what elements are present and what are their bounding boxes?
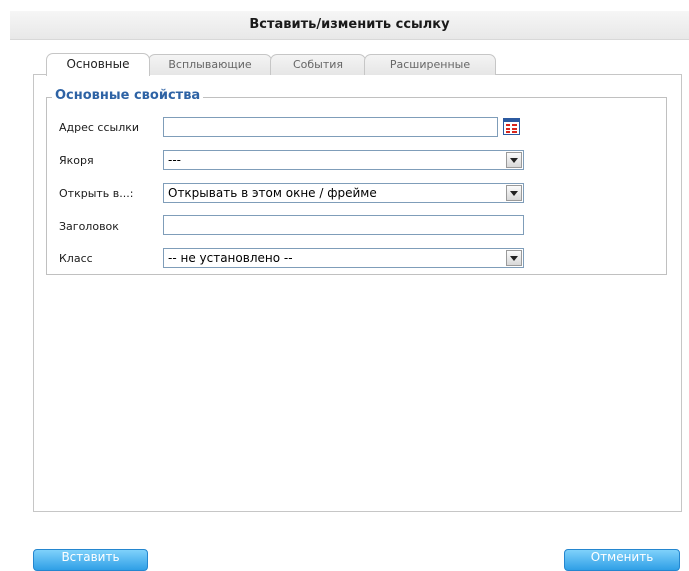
chevron-down-icon[interactable] xyxy=(506,250,522,266)
dialog-title: Вставить/изменить ссылку xyxy=(249,17,450,32)
chevron-down-icon[interactable] xyxy=(506,185,522,201)
tab-advanced[interactable]: Расширенные xyxy=(364,54,496,75)
tab-general[interactable]: Основные xyxy=(46,53,150,76)
anchors-select-value: --- xyxy=(168,153,181,167)
target-label: Открыть в...: xyxy=(59,187,134,200)
href-label: Адрес ссылки xyxy=(59,121,140,134)
target-select-value: Открывать в этом окне / фрейме xyxy=(168,186,377,200)
class-select[interactable]: -- не установлено -- xyxy=(163,248,524,268)
target-select[interactable]: Открывать в этом окне / фрейме xyxy=(163,183,524,203)
title-input[interactable] xyxy=(163,215,524,235)
cancel-button[interactable]: Отменить xyxy=(564,549,680,571)
class-select-value: -- не установлено -- xyxy=(168,251,293,265)
href-input[interactable] xyxy=(163,117,498,137)
general-properties-legend: Основные свойства xyxy=(52,88,204,103)
tab-events[interactable]: События xyxy=(270,54,366,75)
class-label: Класс xyxy=(59,252,93,265)
link-browser-icon[interactable] xyxy=(503,118,520,135)
insert-button[interactable]: Вставить xyxy=(33,549,148,571)
anchors-label: Якоря xyxy=(59,154,94,167)
title-label: Заголовок xyxy=(59,220,119,233)
dialog-titlebar: Вставить/изменить ссылку xyxy=(10,11,689,40)
chevron-down-icon[interactable] xyxy=(506,152,522,168)
tab-popups[interactable]: Всплывающие xyxy=(148,54,272,75)
anchors-select[interactable]: --- xyxy=(163,150,524,170)
